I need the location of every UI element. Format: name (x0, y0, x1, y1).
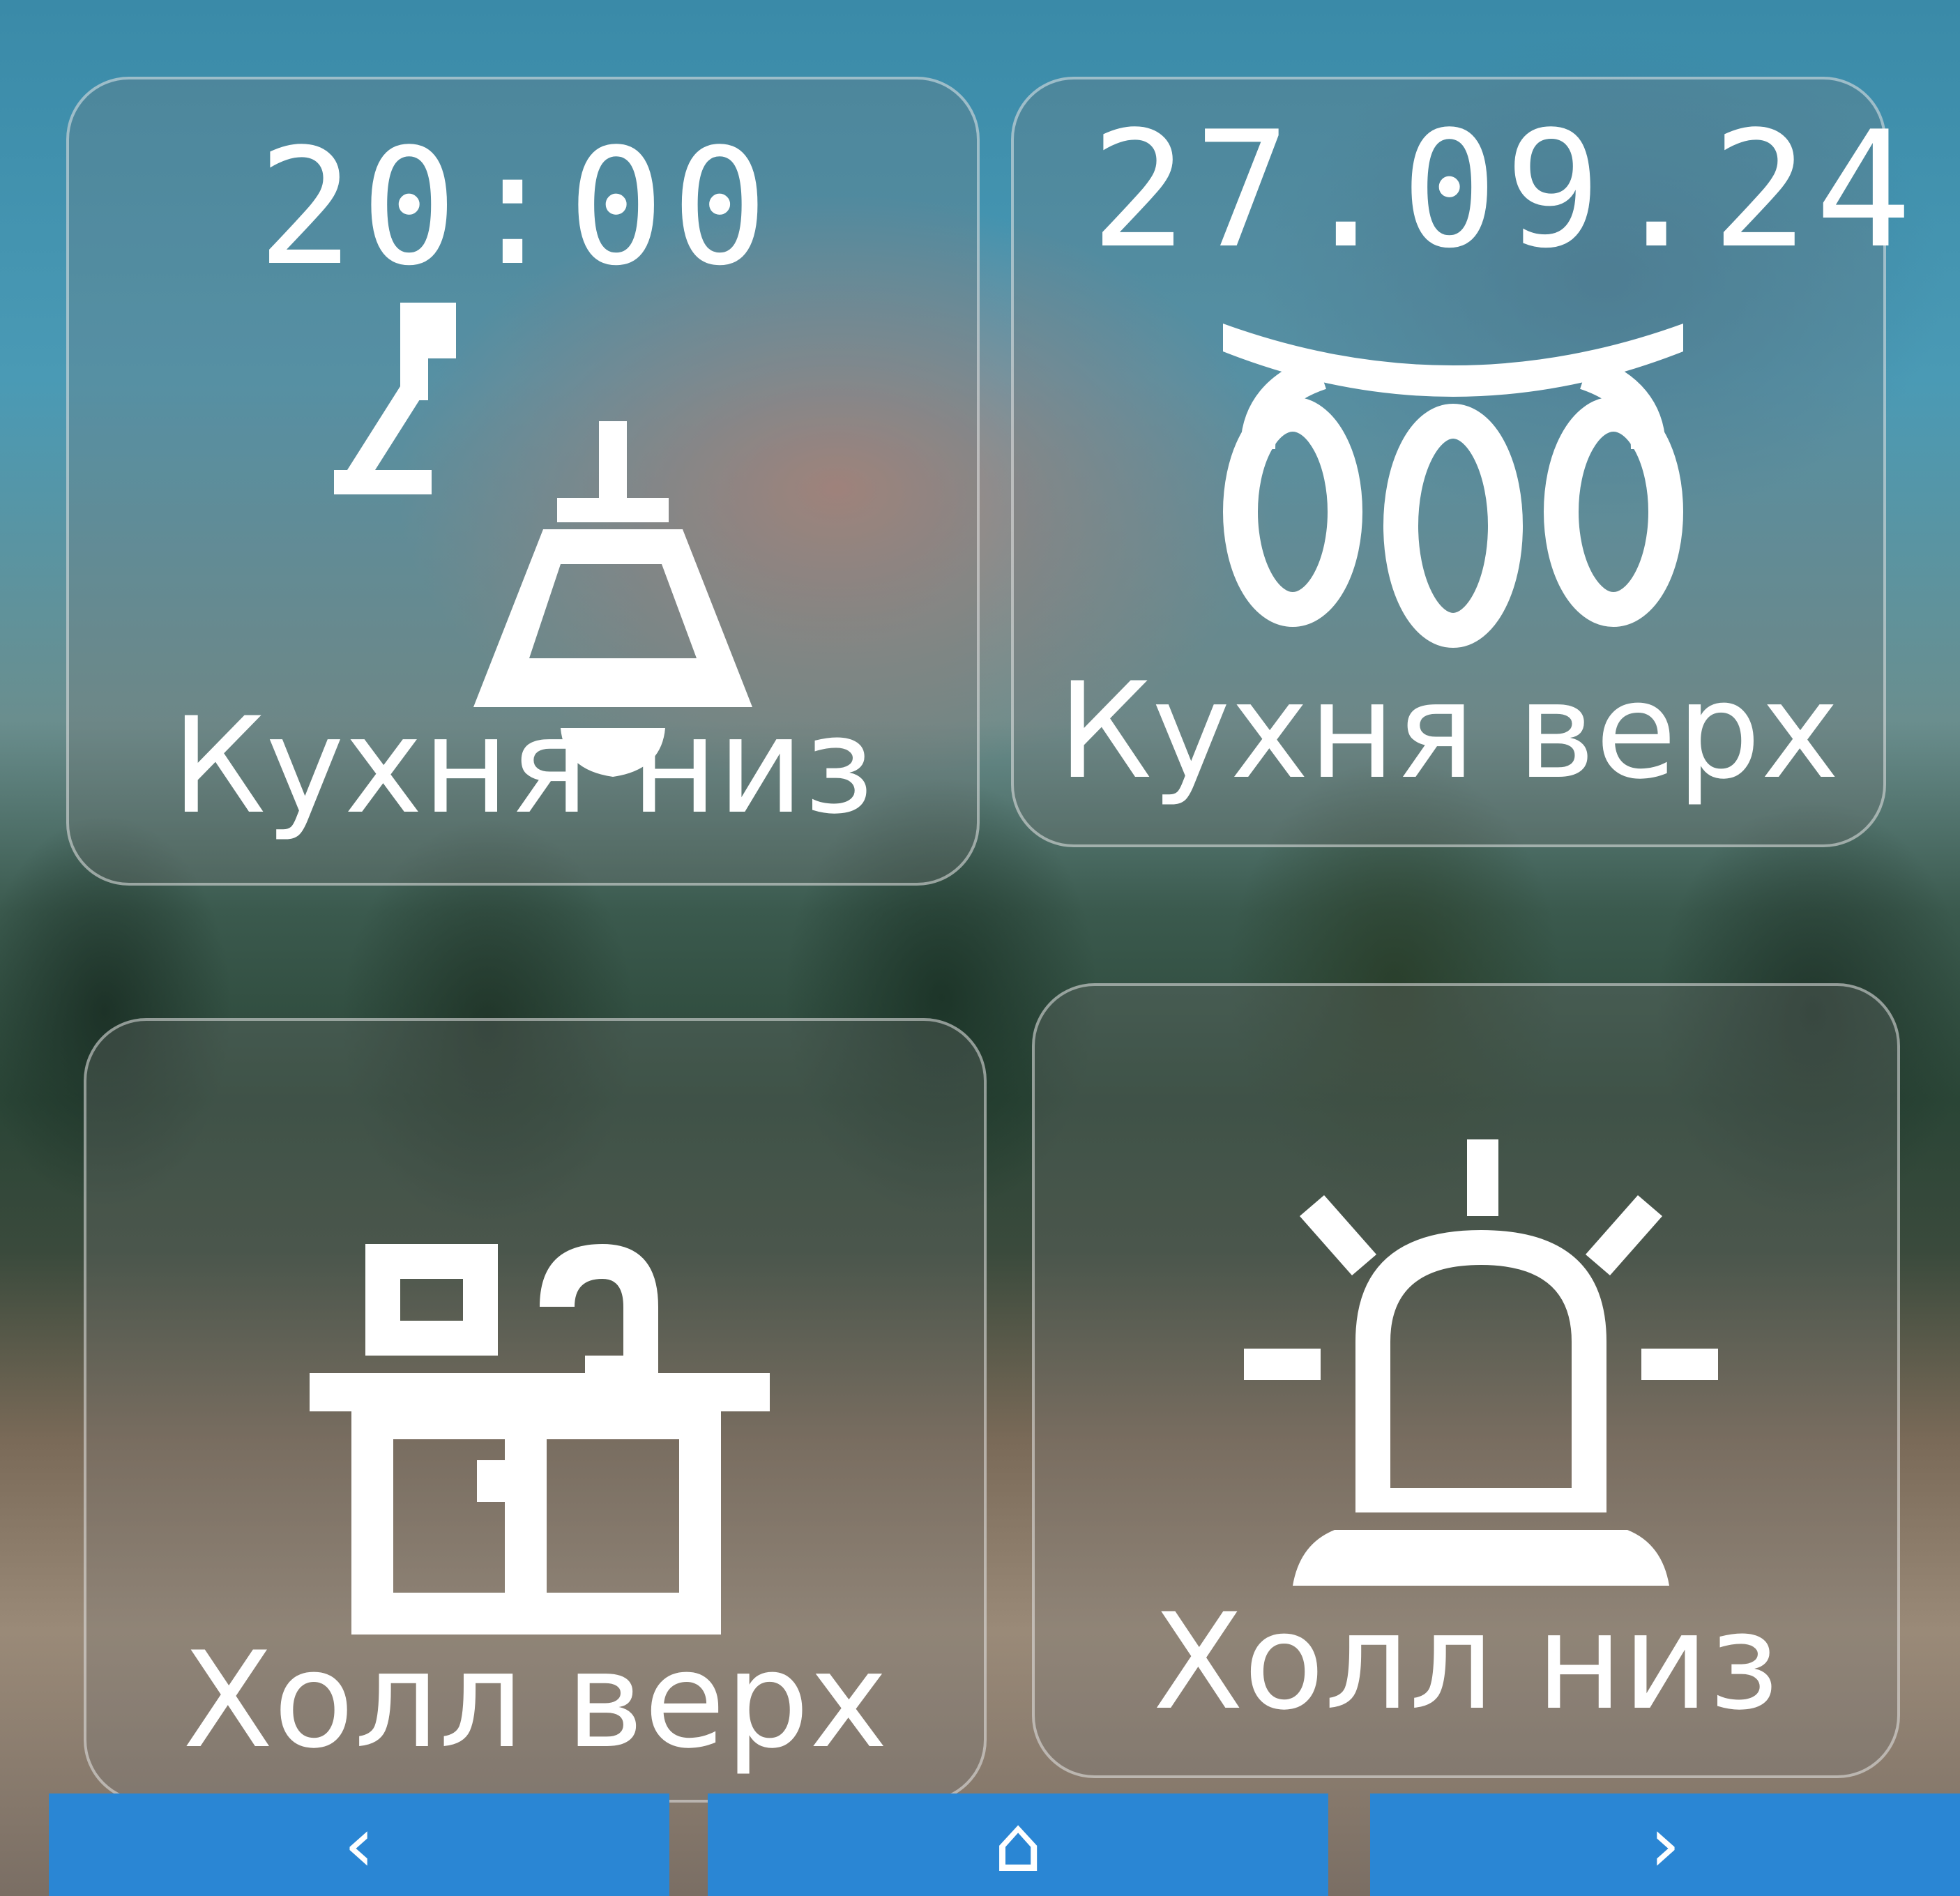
nav-prev-button[interactable]: ‹ (49, 1793, 669, 1896)
tile-label: Холл низ (1153, 1585, 1779, 1739)
tile-hall-lower[interactable]: Холл низ (1032, 983, 1900, 1778)
clock-date: 27.09.24 (1091, 98, 1919, 284)
wall-lamp-icon (310, 1244, 770, 1635)
tile-label: Кухня верх (1058, 654, 1839, 808)
chandelier-icon (1223, 324, 1683, 648)
chevron-right-icon: › (1650, 1800, 1680, 1889)
tile-kitchen-upper[interactable]: 27.09.24 Кухня верх (1011, 77, 1912, 847)
clock-time: 20:00 (257, 115, 775, 301)
tile-label: Кухня низ (172, 689, 874, 843)
tile-hall-upper[interactable]: Холл верх (84, 1018, 987, 1803)
chevron-left-icon: ‹ (344, 1800, 374, 1889)
beacon-lamp-icon (1244, 1139, 1718, 1586)
tile-kitchen-lower[interactable]: 20:00 Кухня низ (66, 77, 980, 886)
nav-next-button[interactable]: › (1370, 1793, 1960, 1896)
nav-home-button[interactable]: ⌂ (708, 1793, 1328, 1896)
home-icon: ⌂ (994, 1800, 1042, 1889)
screen: 20:00 Кухня низ 27.09.24 Кухня верх Холл… (0, 0, 1960, 1896)
tile-label: Холл верх (182, 1623, 888, 1777)
